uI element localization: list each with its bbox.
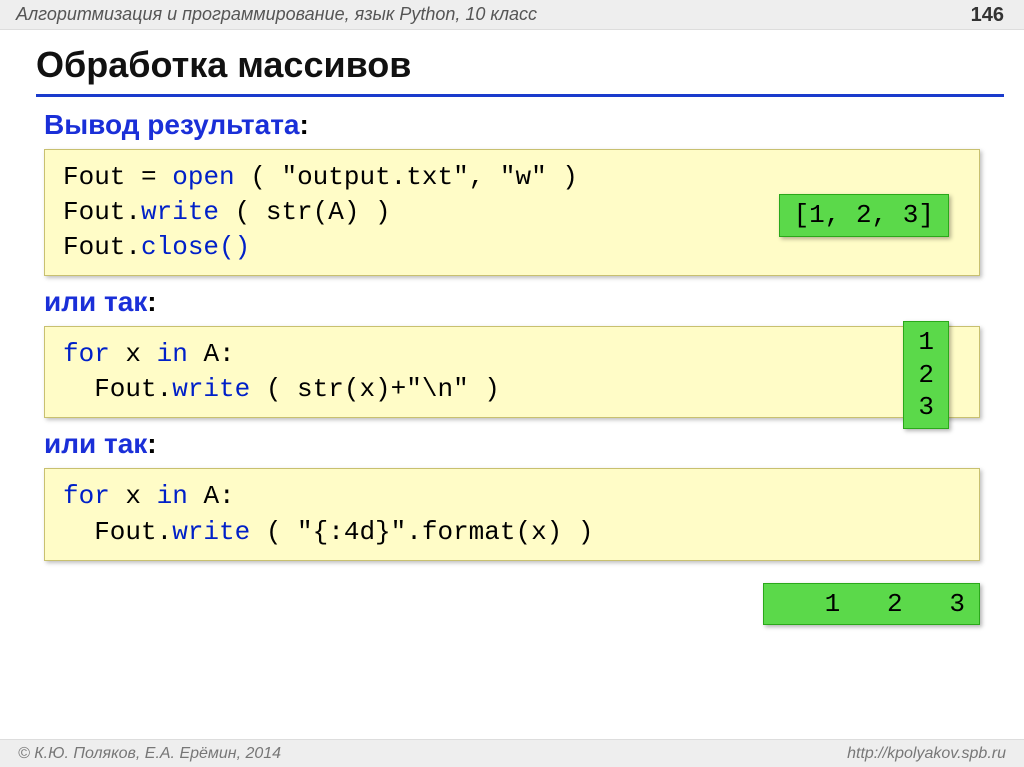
colon: : bbox=[147, 428, 156, 459]
code-block-1: Fout = open ( "output.txt", "w" ) Fout.w… bbox=[44, 149, 980, 276]
output-row-3: 1 2 3 bbox=[36, 583, 980, 626]
code1-l1a: Fout bbox=[63, 162, 125, 192]
footer-bar: © К.Ю. Поляков, Е.А. Ерёмин, 2014 http:/… bbox=[0, 739, 1024, 767]
subhead-or-2-text: или так bbox=[44, 428, 147, 459]
code2-l2b: write bbox=[172, 374, 250, 404]
code-block-3: for x in A: Fout.write ( "{:4d}".format(… bbox=[44, 468, 980, 560]
content: Вывод результата: Fout = open ( "output.… bbox=[0, 109, 1024, 625]
code3-l2b: write bbox=[172, 517, 250, 547]
code1-l2b: write bbox=[141, 197, 219, 227]
code3-l1a: for bbox=[63, 481, 110, 511]
colon: : bbox=[299, 109, 308, 140]
subhead-or-1: или так: bbox=[44, 286, 988, 318]
code1-l1c: open bbox=[157, 162, 235, 192]
subhead-or-1-text: или так bbox=[44, 286, 147, 317]
output-badge-2: 1 2 3 bbox=[903, 321, 949, 429]
code2-l1a: for bbox=[63, 339, 110, 369]
colon: : bbox=[147, 286, 156, 317]
subhead-output-text: Вывод результата bbox=[44, 109, 299, 140]
code1-l1b: = bbox=[125, 162, 156, 192]
code2-l1b: x bbox=[110, 339, 157, 369]
code1-l3a: Fout. bbox=[63, 232, 141, 262]
code3-l1b: x bbox=[110, 481, 157, 511]
code2-l2c: ( str(x)+"\n" ) bbox=[250, 374, 500, 404]
output-badge-1: [1, 2, 3] bbox=[779, 194, 949, 237]
course-name: Алгоритмизация и программирование, язык … bbox=[16, 4, 537, 25]
title-rule bbox=[36, 94, 1004, 97]
page-number: 146 bbox=[971, 4, 1004, 27]
code1-l2c: ( str(A) ) bbox=[219, 197, 391, 227]
footer-copyright: © К.Ю. Поляков, Е.А. Ерёмин, 2014 bbox=[18, 745, 281, 763]
footer-url: http://kpolyakov.spb.ru bbox=[847, 745, 1006, 763]
code3-l2c: ( "{:4d}".format(x) ) bbox=[250, 517, 593, 547]
code-block-2: for x in A: Fout.write ( str(x)+"\n" )1 … bbox=[44, 326, 980, 418]
code1-l2a: Fout. bbox=[63, 197, 141, 227]
slide-title: Обработка массивов bbox=[36, 44, 1024, 86]
header-bar: Алгоритмизация и программирование, язык … bbox=[0, 0, 1024, 30]
code2-l2a: Fout. bbox=[63, 374, 172, 404]
subhead-or-2: или так: bbox=[44, 428, 988, 460]
code3-l1c: in bbox=[157, 481, 188, 511]
subhead-output: Вывод результата: bbox=[44, 109, 988, 141]
code3-l1d: A: bbox=[188, 481, 235, 511]
code2-l1d: A: bbox=[188, 339, 235, 369]
code1-l3b: close() bbox=[141, 232, 250, 262]
code2-l1c: in bbox=[157, 339, 188, 369]
output-badge-3: 1 2 3 bbox=[763, 583, 980, 626]
code3-l2a: Fout. bbox=[63, 517, 172, 547]
code1-l1d: ( "output.txt", "w" ) bbox=[235, 162, 578, 192]
